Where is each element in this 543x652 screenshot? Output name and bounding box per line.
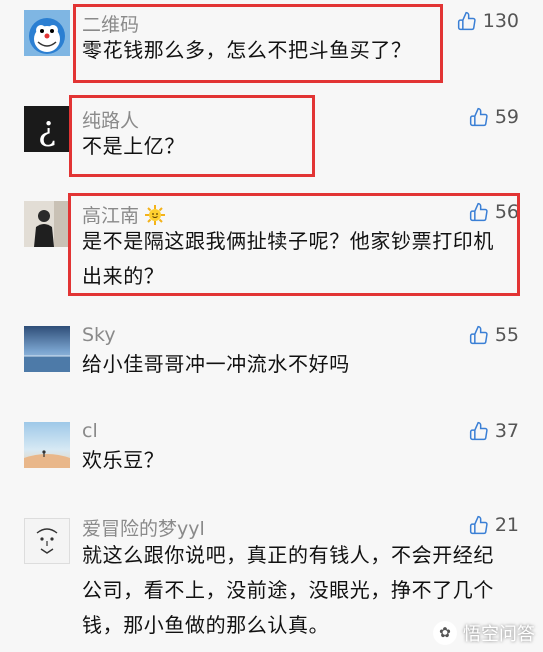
like-button[interactable]: 56 [469,201,519,223]
avatar[interactable] [24,422,70,468]
comment-username[interactable]: 爱冒险的梦yyl [82,514,205,541]
like-button[interactable]: 37 [469,420,519,442]
sun-emoji-icon [145,205,166,225]
like-count: 130 [482,10,519,32]
thumbs-up-icon [469,202,488,222]
thumbs-up-icon [469,421,488,441]
avatar[interactable] [24,326,70,372]
watermark-text: 悟空问答 [463,624,535,645]
question-mark-glyph: ¿ [37,109,57,149]
avatar[interactable] [24,10,70,56]
thumbs-up-icon [469,325,488,345]
like-count: 37 [494,420,519,442]
like-count: 21 [494,514,519,536]
wukong-logo-icon: ✿ [433,621,457,645]
like-count: 55 [494,324,519,346]
comment-text: 是不是隔这跟我俩扯犊子呢？他家钞票打印机出来的？ [82,229,494,288]
like-button[interactable]: 55 [469,324,519,346]
thumbs-up-icon [469,515,488,535]
like-button[interactable]: 21 [469,514,519,536]
avatar[interactable]: ¿ [24,106,70,152]
like-count: 59 [494,106,519,128]
avatar[interactable] [24,518,70,564]
comment-username[interactable]: cl [82,420,98,442]
thumbs-up-icon [457,11,476,31]
like-button[interactable]: 59 [469,106,519,128]
thumbs-up-icon [469,107,488,127]
like-button[interactable]: 130 [457,10,519,32]
comment-text: 给小佳哥哥冲一冲流水不好吗 [82,352,350,376]
avatar[interactable] [24,201,70,247]
comment-text: 不是上亿？ [82,134,185,158]
comment-username[interactable]: Sky [82,324,116,346]
watermark: ✿ 悟空问答 [433,620,535,646]
comment-text: 零花钱那么多，怎么不把斗鱼买了？ [82,38,412,62]
comment-text: 欢乐豆？ [82,448,165,472]
like-count: 56 [494,201,519,223]
